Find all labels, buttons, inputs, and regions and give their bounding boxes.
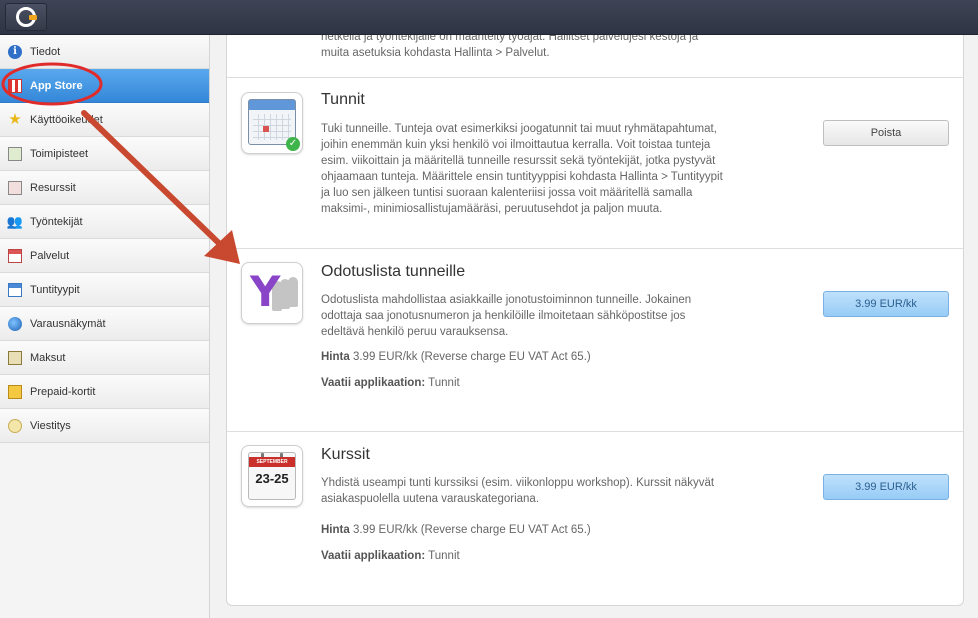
calendar-icon: [8, 282, 22, 297]
requirement-label: Vaatii applikaation:: [321, 550, 426, 562]
buy-app-button[interactable]: 3.99 EUR/kk: [823, 474, 949, 500]
globe-icon: [8, 316, 22, 331]
installed-check-icon: ✓: [286, 137, 300, 151]
calendar-month-label: SEPTEMBER: [249, 457, 295, 467]
app-requirement: Vaatii applikaation: Tunnit: [321, 377, 460, 389]
calendar-icon: [8, 248, 22, 263]
app-description: Odotuslista mahdollistaa asiakkaille jon…: [321, 294, 692, 338]
people-icon: 👥: [6, 213, 24, 229]
app-list-panel: hetkellä ja työntekijälle on määritelty …: [226, 35, 964, 606]
app-price: Hinta 3.99 EUR/kk (Reverse charge EU VAT…: [321, 524, 591, 536]
logo-button[interactable]: [5, 3, 47, 31]
star-icon: ★: [8, 111, 22, 128]
app-row-partial: hetkellä ja työntekijälle on määritelty …: [227, 35, 963, 78]
sidebar-item-tuntityypit[interactable]: Tuntityypit: [0, 273, 209, 307]
app-row-odotuslista: Y Odotuslista tunneille Odotuslista mahd…: [227, 249, 963, 432]
sidebar-item-tiedot[interactable]: i Tiedot: [0, 35, 209, 69]
app-title: Odotuslista tunneille: [321, 263, 466, 280]
calendar-days-label: 23-25: [255, 471, 289, 486]
app-description: hetkellä ja työntekijälle on määritelty …: [321, 35, 731, 61]
tunnit-calendar-icon: ✓: [241, 92, 303, 154]
chat-icon: [8, 418, 22, 433]
info-icon: i: [8, 44, 22, 59]
app-description-line: hetkellä ja työntekijälle on määritelty …: [321, 35, 699, 43]
sidebar-item-varausnakymat[interactable]: Varausnäkymät: [0, 307, 209, 341]
app-title: Kurssit: [321, 446, 370, 463]
sidebar-item-label: Viestitys: [30, 419, 71, 432]
sidebar-item-maksut[interactable]: Maksut: [0, 341, 209, 375]
sidebar-item-resurssit[interactable]: Resurssit: [0, 171, 209, 205]
sidebar-item-app-store[interactable]: App Store: [0, 69, 209, 103]
sidebar-item-tyontekijat[interactable]: 👥 Työntekijät: [0, 205, 209, 239]
location-icon: [8, 146, 22, 161]
app-description-line: muita asetuksia kohdasta Hallinta > Palv…: [321, 47, 550, 59]
requirement-label: Vaatii applikaation:: [321, 377, 426, 389]
sidebar-item-label: Prepaid-kortit: [30, 385, 96, 398]
app-row-kurssit: SEPTEMBER 23-25 Kurssit Yhdistä useampi …: [227, 432, 963, 605]
price-value: 3.99 EUR/kk (Reverse charge EU VAT Act 6…: [352, 351, 591, 363]
sidebar-item-label: Palvelut: [30, 249, 70, 262]
sidebar-item-label: Resurssit: [30, 181, 76, 194]
sidebar-item-label: Työntekijät: [30, 215, 83, 228]
sidebar-item-palvelut[interactable]: Palvelut: [0, 239, 209, 273]
money-icon: [8, 350, 22, 365]
sidebar-item-label: App Store: [30, 79, 83, 92]
app-requirement: Vaatii applikaation: Tunnit: [321, 550, 460, 562]
sidebar-item-label: Käyttöoikeudet: [30, 113, 103, 126]
resource-icon: [8, 180, 22, 195]
sidebar: i Tiedot App Store ★ Käyttöoikeudet Toim…: [0, 35, 210, 618]
sidebar-item-label: Maksut: [30, 351, 66, 364]
sidebar-item-label: Varausnäkymät: [30, 317, 106, 330]
buy-app-button[interactable]: 3.99 EUR/kk: [823, 291, 949, 317]
sidebar-item-label: Tuntityypit: [30, 283, 80, 296]
course-calendar-icon: SEPTEMBER 23-25: [241, 445, 303, 507]
requirement-value: Tunnit: [428, 377, 460, 389]
price-value: 3.99 EUR/kk (Reverse charge EU VAT Act 6…: [352, 524, 591, 536]
price-label: Hinta: [321, 351, 350, 363]
waitlist-people-icon: Y: [241, 262, 303, 324]
sidebar-item-label: Toimipisteet: [30, 147, 89, 160]
sidebar-item-prepaid-kortit[interactable]: Prepaid-kortit: [0, 375, 209, 409]
app-price: Hinta 3.99 EUR/kk (Reverse charge EU VAT…: [321, 351, 591, 363]
sidebar-item-toimipisteet[interactable]: Toimipisteet: [0, 137, 209, 171]
app-row-tunnit: ✓ Tunnit Tuki tunneille. Tunteja ovat es…: [227, 78, 963, 249]
requirement-value: Tunnit: [428, 550, 460, 562]
app-title: Tunnit: [321, 91, 365, 108]
store-icon: [8, 78, 22, 93]
sidebar-item-label: Tiedot: [30, 45, 61, 58]
sidebar-item-viestitys[interactable]: Viestitys: [0, 409, 209, 443]
vip-card-icon: [8, 384, 22, 399]
app-description: Tuki tunneille. Tunteja ovat esimerkiksi…: [321, 123, 723, 215]
top-bar: [0, 0, 978, 35]
logo-icon: [16, 7, 37, 27]
remove-app-button[interactable]: Poista: [823, 120, 949, 146]
sidebar-item-kayttooikeudet[interactable]: ★ Käyttöoikeudet: [0, 103, 209, 137]
price-label: Hinta: [321, 524, 350, 536]
app-description: Yhdistä useampi tunti kurssiksi (esim. v…: [321, 477, 715, 505]
